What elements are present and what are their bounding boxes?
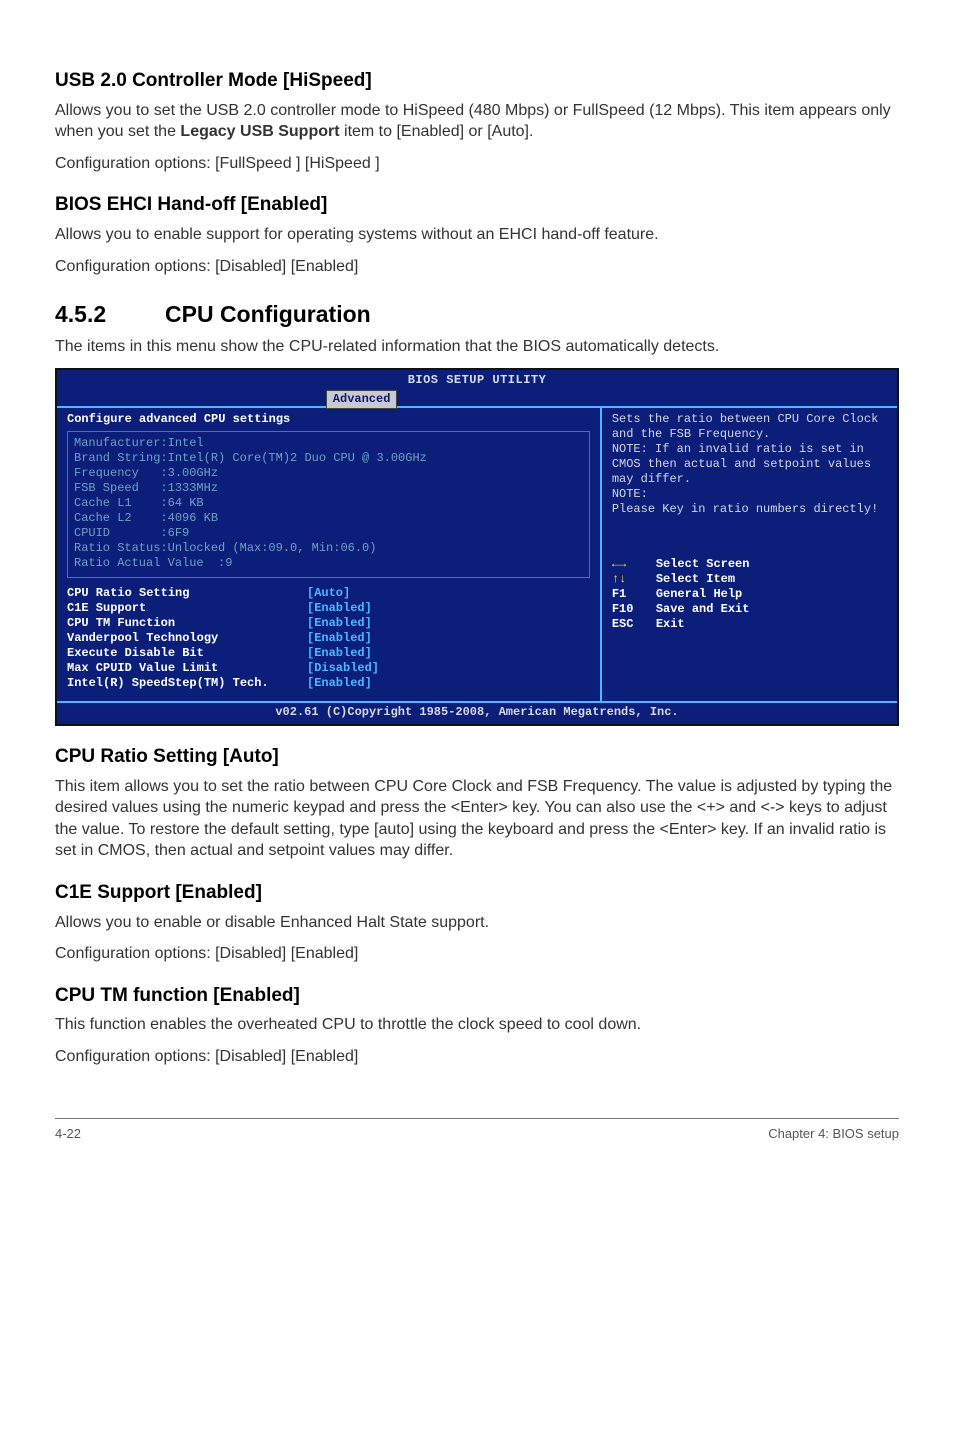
bios-nav-row: F10Save and Exit bbox=[612, 602, 887, 617]
bios-nav-key: ←→ bbox=[612, 557, 656, 572]
bios-nav-row: ↑↓Select Item bbox=[612, 572, 887, 587]
bios-nav-desc: Select Item bbox=[656, 572, 735, 587]
bios-setting-value: [Enabled] bbox=[307, 646, 372, 661]
cputm-config-options: Configuration options: [Disabled] [Enabl… bbox=[55, 1046, 899, 1068]
cputm-heading: CPU TM function [Enabled] bbox=[55, 983, 899, 1009]
bios-right-panel: Sets the ratio between CPU Core Clock an… bbox=[602, 408, 897, 701]
bios-nav-key: ↑↓ bbox=[612, 572, 656, 587]
bios-title: BIOS SETUP UTILITY bbox=[57, 373, 897, 388]
bios-left-panel: Configure advanced CPU settings Manufact… bbox=[57, 408, 602, 701]
bios-info-line: Cache L2 :4096 KB bbox=[74, 511, 583, 526]
bios-setting-value: [Disabled] bbox=[307, 661, 379, 676]
cputm-desc: This function enables the overheated CPU… bbox=[55, 1014, 899, 1036]
bios-setting-label: Intel(R) SpeedStep(TM) Tech. bbox=[67, 676, 307, 691]
bios-setting-label: Execute Disable Bit bbox=[67, 646, 307, 661]
bios-setting-value: [Enabled] bbox=[307, 676, 372, 691]
ehci-config-options: Configuration options: [Disabled] [Enabl… bbox=[55, 256, 899, 278]
chapter-label: Chapter 4: BIOS setup bbox=[768, 1125, 899, 1143]
bios-nav-desc: Select Screen bbox=[656, 557, 750, 572]
ehci-desc: Allows you to enable support for operati… bbox=[55, 224, 899, 246]
bios-setting-value: [Enabled] bbox=[307, 601, 372, 616]
usb-desc: Allows you to set the USB 2.0 controller… bbox=[55, 100, 899, 143]
cpu-config-intro: The items in this menu show the CPU-rela… bbox=[55, 336, 899, 358]
bios-nav-row: ←→Select Screen bbox=[612, 557, 887, 572]
bios-nav-key: ESC bbox=[612, 617, 656, 632]
bios-nav-key: F1 bbox=[612, 587, 656, 602]
bios-info-line: FSB Speed :1333MHz bbox=[74, 481, 583, 496]
bios-info-line: Brand String:Intel(R) Core(TM)2 Duo CPU … bbox=[74, 451, 583, 466]
bios-setting-label: CPU TM Function bbox=[67, 616, 307, 631]
bios-nav-row: ESCExit bbox=[612, 617, 887, 632]
bios-setting-value: [Auto] bbox=[307, 586, 350, 601]
page-footer: 4-22 Chapter 4: BIOS setup bbox=[55, 1118, 899, 1143]
section-number: 4.5.2 bbox=[55, 299, 165, 330]
bios-tab-advanced[interactable]: Advanced bbox=[326, 390, 398, 409]
bios-nav-block: ←→Select Screen↑↓Select ItemF1General He… bbox=[612, 557, 887, 632]
bios-setting-row[interactable]: Vanderpool Technology[Enabled] bbox=[67, 631, 590, 646]
bios-footer: v02.61 (C)Copyright 1985-2008, American … bbox=[57, 701, 897, 724]
bios-setting-row[interactable]: Intel(R) SpeedStep(TM) Tech.[Enabled] bbox=[67, 676, 590, 691]
bios-info-line: Manufacturer:Intel bbox=[74, 436, 583, 451]
bios-help-text: Sets the ratio between CPU Core Clock an… bbox=[612, 412, 887, 517]
bios-info-line: Frequency :3.00GHz bbox=[74, 466, 583, 481]
bios-setting-label: Max CPUID Value Limit bbox=[67, 661, 307, 676]
bios-setting-row[interactable]: Max CPUID Value Limit[Disabled] bbox=[67, 661, 590, 676]
bios-setting-value: [Enabled] bbox=[307, 616, 372, 631]
bios-nav-key: F10 bbox=[612, 602, 656, 617]
bios-settings-list: CPU Ratio Setting[Auto]C1E Support[Enabl… bbox=[67, 586, 590, 691]
bios-nav-desc: Exit bbox=[656, 617, 685, 632]
bios-setting-label: Vanderpool Technology bbox=[67, 631, 307, 646]
bios-nav-desc: Save and Exit bbox=[656, 602, 750, 617]
bios-setting-label: C1E Support bbox=[67, 601, 307, 616]
bios-nav-desc: General Help bbox=[656, 587, 742, 602]
bios-cpu-info-box: Manufacturer:IntelBrand String:Intel(R) … bbox=[67, 431, 590, 578]
bios-left-heading: Configure advanced CPU settings bbox=[67, 412, 590, 427]
section-4-5-2-heading: 4.5.2CPU Configuration bbox=[55, 299, 899, 330]
cpu-ratio-desc: This item allows you to set the ratio be… bbox=[55, 776, 899, 862]
bios-setting-label: CPU Ratio Setting bbox=[67, 586, 307, 601]
usb-heading: USB 2.0 Controller Mode [HiSpeed] bbox=[55, 68, 899, 94]
bios-setting-row[interactable]: CPU TM Function[Enabled] bbox=[67, 616, 590, 631]
usb-desc-c: item to [Enabled] or [Auto]. bbox=[340, 123, 534, 140]
bios-screenshot: BIOS SETUP UTILITY Advanced Configure ad… bbox=[55, 368, 899, 726]
bios-header: BIOS SETUP UTILITY Advanced bbox=[57, 370, 897, 406]
bios-setting-value: [Enabled] bbox=[307, 631, 372, 646]
ehci-heading: BIOS EHCI Hand-off [Enabled] bbox=[55, 192, 899, 218]
bios-info-line: Ratio Status:Unlocked (Max:09.0, Min:06.… bbox=[74, 541, 583, 556]
bios-setting-row[interactable]: Execute Disable Bit[Enabled] bbox=[67, 646, 590, 661]
c1e-heading: C1E Support [Enabled] bbox=[55, 880, 899, 906]
c1e-desc: Allows you to enable or disable Enhanced… bbox=[55, 912, 899, 934]
bios-info-line: Ratio Actual Value :9 bbox=[74, 556, 583, 571]
c1e-config-options: Configuration options: [Disabled] [Enabl… bbox=[55, 943, 899, 965]
page-number: 4-22 bbox=[55, 1125, 81, 1143]
bios-setting-row[interactable]: CPU Ratio Setting[Auto] bbox=[67, 586, 590, 601]
bios-setting-row[interactable]: C1E Support[Enabled] bbox=[67, 601, 590, 616]
section-title: CPU Configuration bbox=[165, 301, 371, 327]
bios-nav-row: F1General Help bbox=[612, 587, 887, 602]
bios-info-line: CPUID :6F9 bbox=[74, 526, 583, 541]
usb-config-options: Configuration options: [FullSpeed ] [HiS… bbox=[55, 153, 899, 175]
bios-info-line: Cache L1 :64 KB bbox=[74, 496, 583, 511]
usb-desc-bold: Legacy USB Support bbox=[180, 123, 339, 140]
cpu-ratio-heading: CPU Ratio Setting [Auto] bbox=[55, 744, 899, 770]
